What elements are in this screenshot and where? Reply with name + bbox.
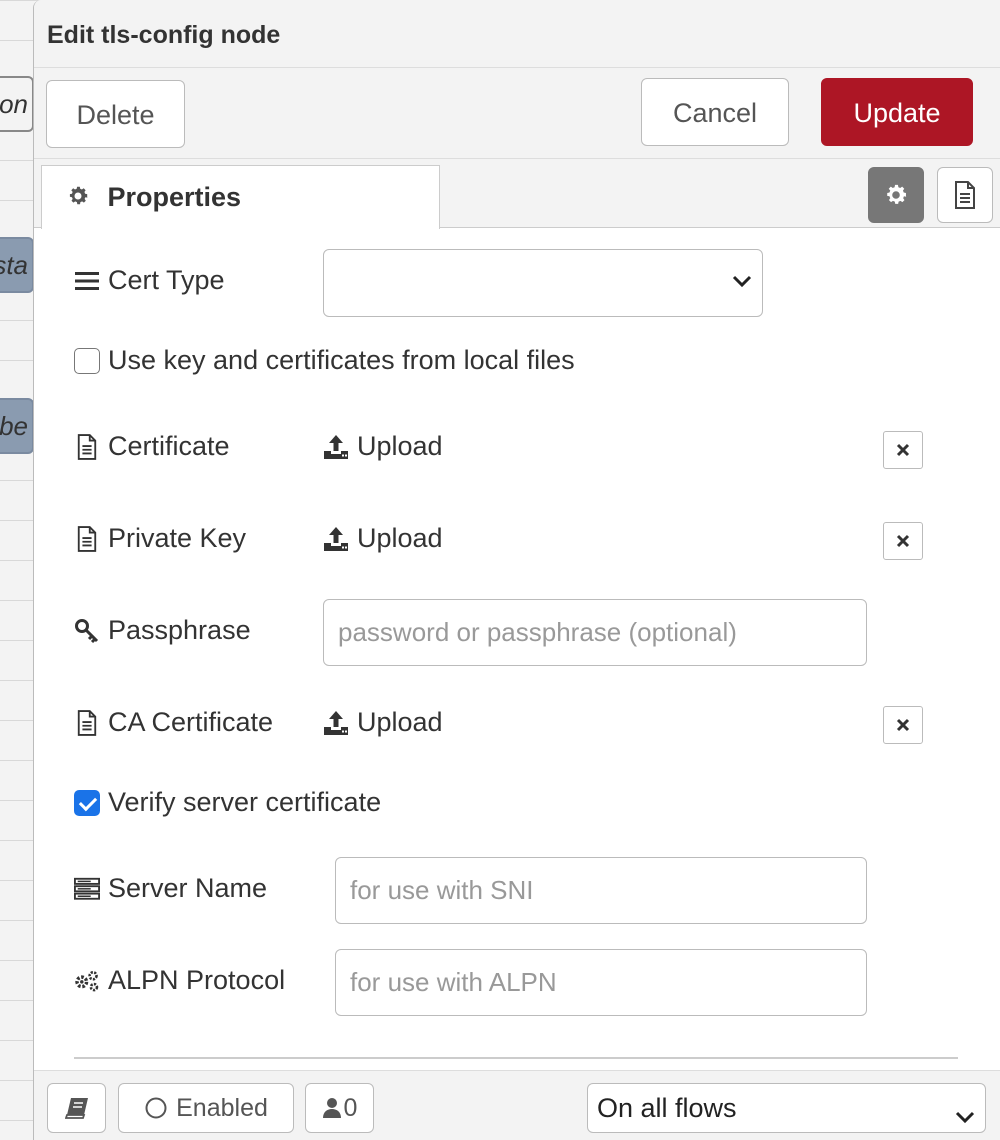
cert-type-label-text: Cert Type: [108, 265, 225, 295]
chevron-down-icon: [955, 1100, 975, 1131]
verify-server-checkbox[interactable]: [74, 789, 100, 816]
alpn-protocol-label: ALPN Protocol: [74, 965, 285, 996]
user-icon: [322, 1097, 342, 1119]
list-icon: [74, 271, 100, 291]
cert-type-label: Cert Type: [74, 265, 225, 296]
users-button[interactable]: 0: [305, 1083, 374, 1133]
section-divider: [74, 1057, 958, 1059]
close-icon: [896, 443, 910, 457]
close-icon: [896, 718, 910, 732]
circle-icon: [144, 1096, 168, 1120]
dialog-body: Properties Cert Type Use key and certifi…: [34, 158, 1000, 1071]
workspace-node-label: mbe: [0, 411, 28, 441]
workspace-node[interactable]: sta: [0, 237, 34, 293]
workspace-node[interactable]: tion: [0, 76, 34, 132]
chevron-down-icon: [732, 274, 752, 293]
cancel-button[interactable]: Cancel: [641, 78, 789, 146]
alpn-protocol-input[interactable]: [335, 949, 867, 1016]
workspace-node[interactable]: mbe: [0, 398, 34, 454]
private-key-clear-button[interactable]: [883, 522, 923, 560]
alpn-protocol-label-text: ALPN Protocol: [108, 965, 286, 995]
update-button[interactable]: Update: [821, 78, 973, 146]
workspace-node-label: tion: [0, 89, 28, 119]
delete-button[interactable]: Delete: [46, 80, 185, 148]
tab-description[interactable]: [937, 167, 993, 223]
certificate-label: Certificate: [74, 431, 230, 462]
close-icon: [896, 534, 910, 548]
private-key-label-text: Private Key: [108, 523, 247, 553]
use-local-files-label: Use key and certificates from local file…: [108, 345, 575, 375]
ca-certificate-clear-button[interactable]: [883, 706, 923, 744]
file-icon: [74, 525, 100, 553]
upload-icon: [323, 526, 349, 552]
use-local-files-checkbox[interactable]: [74, 347, 100, 374]
file-icon: [74, 433, 100, 461]
edit-dialog: Edit tls-config node Delete Cancel Updat…: [33, 0, 1000, 1140]
certificate-upload-button[interactable]: Upload: [323, 431, 443, 462]
private-key-upload-button[interactable]: Upload: [323, 523, 443, 554]
dialog-title: Edit tls-config node: [34, 0, 1000, 68]
upload-icon: [323, 434, 349, 460]
certificate-upload-label: Upload: [357, 431, 443, 461]
dialog-toolbar: Delete Cancel Update: [34, 68, 1000, 158]
tab-bar: Properties: [34, 159, 1000, 229]
gear-icon: [883, 182, 909, 208]
tab-properties-label: Properties: [107, 182, 242, 212]
server-name-input[interactable]: [335, 857, 867, 924]
server-name-label: Server Name: [74, 873, 267, 904]
upload-icon: [323, 710, 349, 736]
verify-server-row[interactable]: Verify server certificate: [74, 787, 381, 818]
flow-scope-select[interactable]: On all flows: [587, 1083, 986, 1133]
passphrase-input[interactable]: [323, 599, 867, 666]
tab-settings[interactable]: [868, 167, 924, 223]
key-icon: [74, 618, 100, 644]
certificate-clear-button[interactable]: [883, 431, 923, 469]
use-local-files-row[interactable]: Use key and certificates from local file…: [74, 345, 575, 376]
ca-certificate-label: CA Certificate: [74, 707, 273, 738]
document-icon: [953, 181, 977, 209]
server-name-label-text: Server Name: [108, 873, 268, 903]
dialog-footer: Enabled 0 On all flows: [34, 1070, 1000, 1140]
passphrase-label-text: Passphrase: [108, 615, 251, 645]
private-key-label: Private Key: [74, 523, 246, 554]
server-icon: [74, 877, 100, 901]
workspace-node-label: sta: [0, 250, 28, 280]
ca-certificate-label-text: CA Certificate: [108, 707, 274, 737]
verify-server-label: Verify server certificate: [108, 787, 382, 817]
certificate-label-text: Certificate: [108, 431, 230, 461]
enabled-label: Enabled: [176, 1093, 268, 1122]
gears-icon: [74, 968, 100, 994]
book-icon: [64, 1097, 89, 1119]
users-count: 0: [343, 1093, 358, 1122]
passphrase-label: Passphrase: [74, 615, 251, 646]
tab-properties[interactable]: Properties: [41, 165, 440, 229]
help-button[interactable]: [47, 1083, 106, 1133]
gear-icon: [66, 168, 90, 230]
flow-scope-value: On all flows: [597, 1092, 737, 1123]
ca-certificate-upload-label: Upload: [357, 707, 443, 737]
private-key-upload-label: Upload: [357, 523, 443, 553]
cert-type-select[interactable]: [323, 249, 763, 317]
file-icon: [74, 709, 100, 737]
ca-certificate-upload-button[interactable]: Upload: [323, 707, 443, 738]
enabled-toggle[interactable]: Enabled: [118, 1083, 294, 1133]
